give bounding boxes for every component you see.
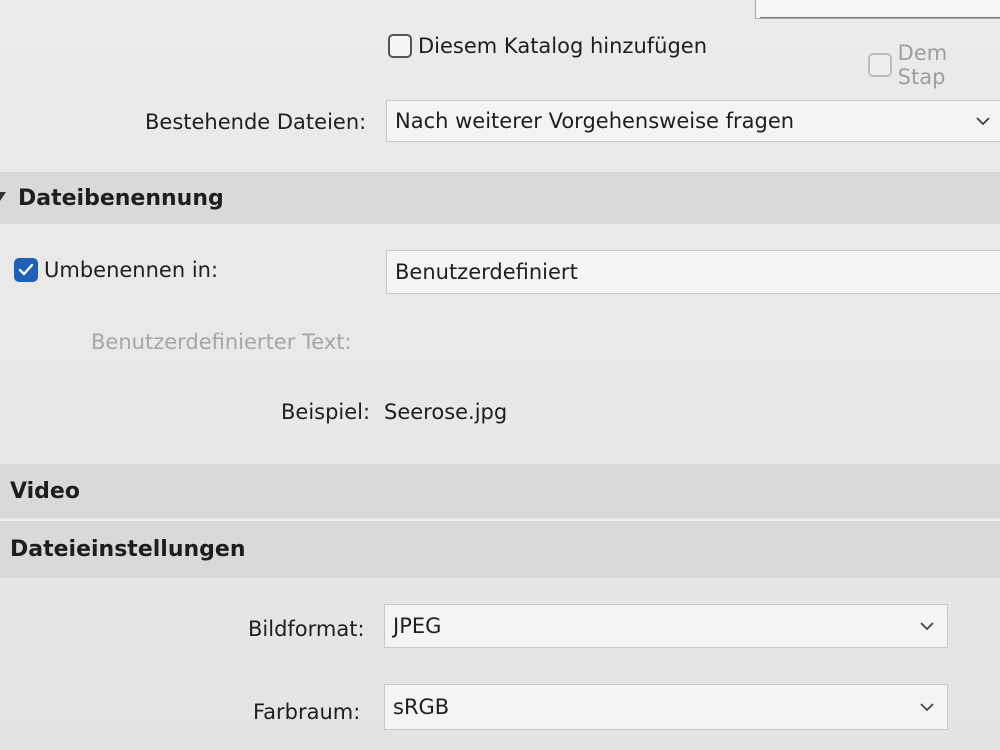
previous-field-underline <box>760 17 1000 18</box>
color-space-select[interactable]: sRGB <box>384 684 948 730</box>
add-to-stack-label: Dem Stap <box>897 41 948 89</box>
add-to-stack-checkbox-row[interactable]: Dem Stap <box>868 41 1000 89</box>
section-file-naming-title: Dateibenennung <box>18 185 224 211</box>
existing-files-select[interactable]: Nach weiterer Vorgehensweise fragen <box>386 100 1000 142</box>
existing-files-label: Bestehende Dateien: <box>145 110 367 134</box>
export-settings-panel: Diesem Katalog hinzufügen Dem Stap Beste… <box>0 0 1000 750</box>
chevron-down-icon <box>920 622 934 631</box>
rename-template-value: Benutzerdefiniert <box>395 260 578 284</box>
section-file-settings[interactable]: Dateieinstellungen <box>0 520 1000 578</box>
existing-files-value: Nach weiterer Vorgehensweise fragen <box>395 109 795 133</box>
checkmark-icon <box>18 263 34 276</box>
add-to-catalog-checkbox-row[interactable]: Diesem Katalog hinzufügen <box>388 34 707 58</box>
color-space-value: sRGB <box>393 695 450 719</box>
add-to-stack-checkbox[interactable] <box>868 53 892 77</box>
add-to-catalog-label: Diesem Katalog hinzufügen <box>418 34 708 58</box>
example-label: Beispiel: <box>281 400 371 424</box>
chevron-down-icon <box>920 703 934 712</box>
section-video-title: Video <box>10 478 80 504</box>
image-format-label: Bildformat: <box>248 617 365 641</box>
rename-template-select[interactable]: Benutzerdefiniert <box>386 250 1000 294</box>
section-file-naming[interactable]: Dateibenennung <box>0 172 1000 224</box>
rename-checkbox-row[interactable]: Umbenennen in: <box>14 258 218 282</box>
add-to-catalog-checkbox[interactable] <box>388 34 412 58</box>
rename-label: Umbenennen in: <box>44 258 219 282</box>
triangle-down-icon <box>0 192 6 201</box>
rename-checkbox[interactable] <box>14 258 38 282</box>
color-space-label: Farbraum: <box>253 700 361 724</box>
image-format-value: JPEG <box>393 614 442 638</box>
image-format-select[interactable]: JPEG <box>384 604 948 648</box>
example-value: Seerose.jpg <box>384 400 508 424</box>
custom-text-label: Benutzerdefinierter Text: <box>91 330 352 354</box>
section-file-settings-title: Dateieinstellungen <box>10 537 246 562</box>
section-video[interactable]: Video <box>0 464 1000 518</box>
chevron-down-icon <box>976 117 990 126</box>
